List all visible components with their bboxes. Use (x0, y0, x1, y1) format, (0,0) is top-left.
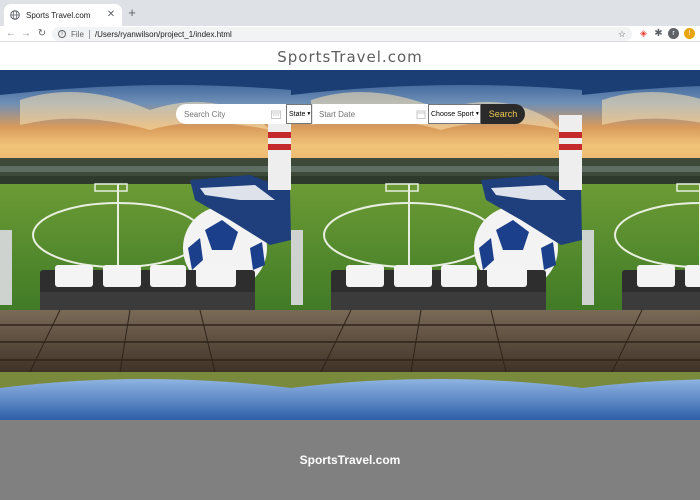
browser-toolbar: ← → ↻ i File /Users/ryanwilson/project_1… (0, 26, 700, 42)
search-bar: State ▼ Choose Sport ▼ Search (176, 104, 525, 124)
calendar-icon (416, 110, 426, 119)
browser-tab[interactable]: Sports Travel.com ✕ (4, 4, 122, 26)
extension-icon[interactable]: ◈ (638, 28, 649, 39)
chevron-down-icon: ▼ (474, 111, 480, 117)
browser-tab-strip: Sports Travel.com ✕ + (0, 0, 700, 26)
city-field[interactable] (176, 104, 286, 124)
new-tab-button[interactable]: + (125, 6, 139, 20)
sport-select[interactable]: Choose Sport ▼ (428, 104, 481, 124)
close-icon[interactable]: ✕ (106, 10, 116, 20)
state-select-label: State (289, 110, 306, 118)
forward-arrow-icon[interactable]: → (20, 27, 32, 41)
url-text[interactable]: /Users/ryanwilson/project_1/index.html (95, 30, 618, 39)
star-icon[interactable]: ☆ (618, 29, 626, 40)
back-arrow-icon[interactable]: ← (5, 27, 17, 41)
globe-icon (10, 10, 20, 20)
puzzle-icon[interactable]: ✱ (653, 28, 664, 39)
url-scheme: File (71, 29, 84, 39)
chevron-down-icon: ▼ (306, 111, 312, 117)
reload-icon[interactable]: ↻ (36, 27, 48, 41)
address-bar[interactable]: i File /Users/ryanwilson/project_1/index… (52, 27, 632, 41)
state-select[interactable]: State ▼ (286, 104, 312, 124)
hero-tile (582, 70, 700, 420)
start-date-input[interactable] (319, 109, 413, 119)
site-header: SportsTravel.com (0, 43, 700, 70)
site-logo[interactable]: SportsTravel.com (277, 48, 422, 66)
search-button[interactable]: Search (481, 104, 525, 124)
info-icon[interactable]: i (58, 30, 66, 38)
search-city-input[interactable] (184, 109, 268, 119)
sport-select-label: Choose Sport (431, 110, 474, 118)
stadium-image (582, 70, 700, 420)
alert-icon[interactable]: ! (684, 28, 695, 39)
date-field[interactable] (312, 104, 428, 124)
tab-title: Sports Travel.com (26, 10, 91, 20)
calendar-icon (271, 110, 281, 119)
footer-text: SportsTravel.com (299, 453, 401, 467)
site-footer: SportsTravel.com (0, 420, 700, 500)
url-divider (88, 29, 90, 39)
avatar[interactable]: r (668, 28, 679, 39)
